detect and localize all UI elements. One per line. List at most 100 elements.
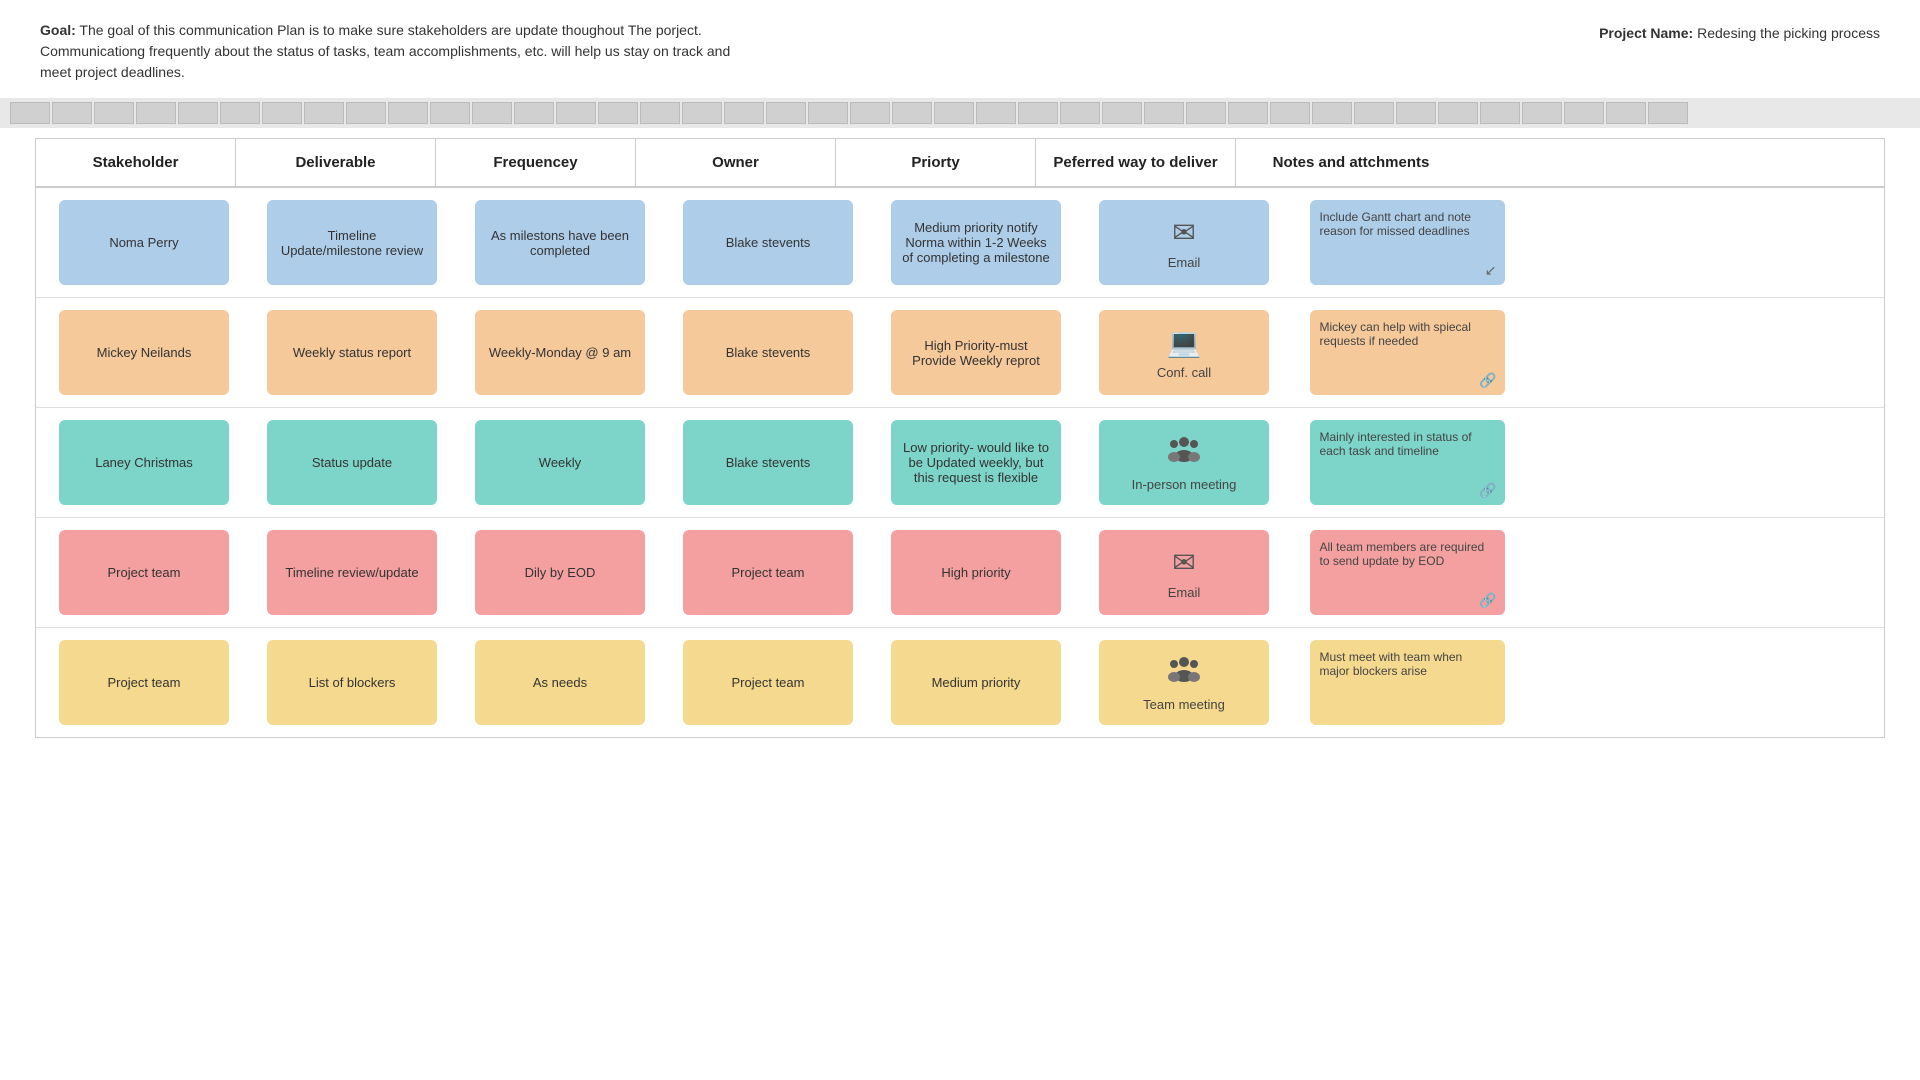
cell-stakeholder: Mickey Neilands	[44, 310, 244, 395]
priority-card[interactable]: Medium priority	[891, 640, 1061, 725]
toolbar-cell[interactable]	[934, 102, 974, 124]
deliver-card[interactable]: ✉ Email	[1099, 530, 1269, 615]
cell-deliverable: Timeline review/update	[252, 530, 452, 615]
toolbar-cell[interactable]	[346, 102, 386, 124]
project-value: Redesing the picking process	[1693, 25, 1880, 41]
toolbar-cell[interactable]	[472, 102, 512, 124]
cell-priority: High priority	[876, 530, 1076, 615]
email-icon: ✉	[1172, 216, 1195, 249]
owner-card[interactable]: Blake stevents	[683, 420, 853, 505]
toolbar-cell[interactable]	[1312, 102, 1352, 124]
deliverable-card[interactable]: Status update	[267, 420, 437, 505]
toolbar-cell[interactable]	[10, 102, 50, 124]
toolbar-cell[interactable]	[1648, 102, 1688, 124]
toolbar-cell[interactable]	[976, 102, 1016, 124]
stakeholder-card[interactable]: Noma Perry	[59, 200, 229, 285]
notes-card[interactable]: Mickey can help with spiecal requests if…	[1310, 310, 1505, 395]
toolbar-cell[interactable]	[262, 102, 302, 124]
stakeholder-card[interactable]: Project team	[59, 530, 229, 615]
deliverable-card[interactable]: Timeline review/update	[267, 530, 437, 615]
toolbar-cell[interactable]	[850, 102, 890, 124]
toolbar-cell[interactable]	[1228, 102, 1268, 124]
toolbar-cell[interactable]	[1186, 102, 1226, 124]
stakeholder-card[interactable]: Project team	[59, 640, 229, 725]
frequency-card[interactable]: Dily by EOD	[475, 530, 645, 615]
cell-frequency: Weekly	[460, 420, 660, 505]
deliverable-card[interactable]: Weekly status report	[267, 310, 437, 395]
cell-frequency: As milestons have been completed	[460, 200, 660, 285]
deliver-card[interactable]: ✉ Email	[1099, 200, 1269, 285]
cell-notes: Mainly interested in status of each task…	[1292, 420, 1522, 505]
deliver-card[interactable]: In-person meeting	[1099, 420, 1269, 505]
notes-card[interactable]: Must meet with team when major blockers …	[1310, 640, 1505, 725]
frequency-card[interactable]: As milestons have been completed	[475, 200, 645, 285]
owner-card[interactable]: Blake stevents	[683, 200, 853, 285]
cell-priority: Medium priority	[876, 640, 1076, 725]
toolbar-cell[interactable]	[304, 102, 344, 124]
toolbar-cell[interactable]	[1354, 102, 1394, 124]
toolbar-cell[interactable]	[1606, 102, 1646, 124]
toolbar-cell[interactable]	[388, 102, 428, 124]
toolbar-cell[interactable]	[1480, 102, 1520, 124]
toolbar-cell[interactable]	[1522, 102, 1562, 124]
priority-card[interactable]: High Priority-must Provide Weekly reprot	[891, 310, 1061, 395]
table-row: Project team List of blockers As needs P…	[36, 628, 1884, 737]
toolbar-cell[interactable]	[556, 102, 596, 124]
owner-card[interactable]: Project team	[683, 530, 853, 615]
toolbar-cell[interactable]	[724, 102, 764, 124]
toolbar-cell[interactable]	[766, 102, 806, 124]
toolbar-cell[interactable]	[640, 102, 680, 124]
deliver-card[interactable]: Team meeting	[1099, 640, 1269, 725]
toolbar-cell[interactable]	[682, 102, 722, 124]
stakeholder-card[interactable]: Laney Christmas	[59, 420, 229, 505]
deliver-card[interactable]: 💻 Conf. call	[1099, 310, 1269, 395]
stakeholder-card[interactable]: Mickey Neilands	[59, 310, 229, 395]
top-section: Goal: The goal of this communication Pla…	[0, 0, 1920, 93]
toolbar-cell[interactable]	[514, 102, 554, 124]
frequency-card[interactable]: Weekly-Monday @ 9 am	[475, 310, 645, 395]
notes-card[interactable]: Mainly interested in status of each task…	[1310, 420, 1505, 505]
toolbar-cell[interactable]	[1060, 102, 1100, 124]
owner-card[interactable]: Project team	[683, 640, 853, 725]
toolbar-cell[interactable]	[892, 102, 932, 124]
frequency-card[interactable]: As needs	[475, 640, 645, 725]
cell-stakeholder: Laney Christmas	[44, 420, 244, 505]
cell-notes: Mickey can help with spiecal requests if…	[1292, 310, 1522, 395]
toolbar-cell[interactable]	[52, 102, 92, 124]
toolbar-cell[interactable]	[1102, 102, 1142, 124]
toolbar-cell[interactable]	[1144, 102, 1184, 124]
cell-deliverable: Timeline Update/milestone review	[252, 200, 452, 285]
toolbar-cell[interactable]	[1018, 102, 1058, 124]
notes-card[interactable]: All team members are required to send up…	[1310, 530, 1505, 615]
frequency-card[interactable]: Weekly	[475, 420, 645, 505]
goal-label: Goal:	[40, 22, 76, 38]
toolbar-cell[interactable]	[94, 102, 134, 124]
priority-card[interactable]: Low priority- would like to be Updated w…	[891, 420, 1061, 505]
cell-stakeholder: Noma Perry	[44, 200, 244, 285]
toolbar-cell[interactable]	[1564, 102, 1604, 124]
toolbar-cell[interactable]	[220, 102, 260, 124]
notes-card[interactable]: Include Gantt chart and note reason for …	[1310, 200, 1505, 285]
toolbar-cell[interactable]	[1396, 102, 1436, 124]
toolbar-cell[interactable]	[598, 102, 638, 124]
cell-notes: Include Gantt chart and note reason for …	[1292, 200, 1522, 285]
col-notes: Notes and attchments	[1236, 139, 1466, 186]
notes-text: Mickey can help with spiecal requests if…	[1320, 320, 1495, 348]
cell-frequency: Weekly-Monday @ 9 am	[460, 310, 660, 395]
cursor-icon: ↙	[1485, 262, 1497, 279]
toolbar-cell[interactable]	[136, 102, 176, 124]
col-deliver: Peferred way to deliver	[1036, 139, 1236, 186]
toolbar-cell[interactable]	[178, 102, 218, 124]
priority-card[interactable]: High priority	[891, 530, 1061, 615]
priority-card[interactable]: Medium priority notify Norma within 1-2 …	[891, 200, 1061, 285]
toolbar-cell[interactable]	[1270, 102, 1310, 124]
notes-text: Include Gantt chart and note reason for …	[1320, 210, 1495, 238]
deliverable-card[interactable]: Timeline Update/milestone review	[267, 200, 437, 285]
communication-table: Stakeholder Deliverable Frequencey Owner…	[35, 138, 1885, 738]
toolbar-cell[interactable]	[808, 102, 848, 124]
toolbar-cell[interactable]	[430, 102, 470, 124]
deliverable-card[interactable]: List of blockers	[267, 640, 437, 725]
toolbar-cell[interactable]	[1438, 102, 1478, 124]
owner-card[interactable]: Blake stevents	[683, 310, 853, 395]
notes-text: Must meet with team when major blockers …	[1320, 650, 1495, 678]
